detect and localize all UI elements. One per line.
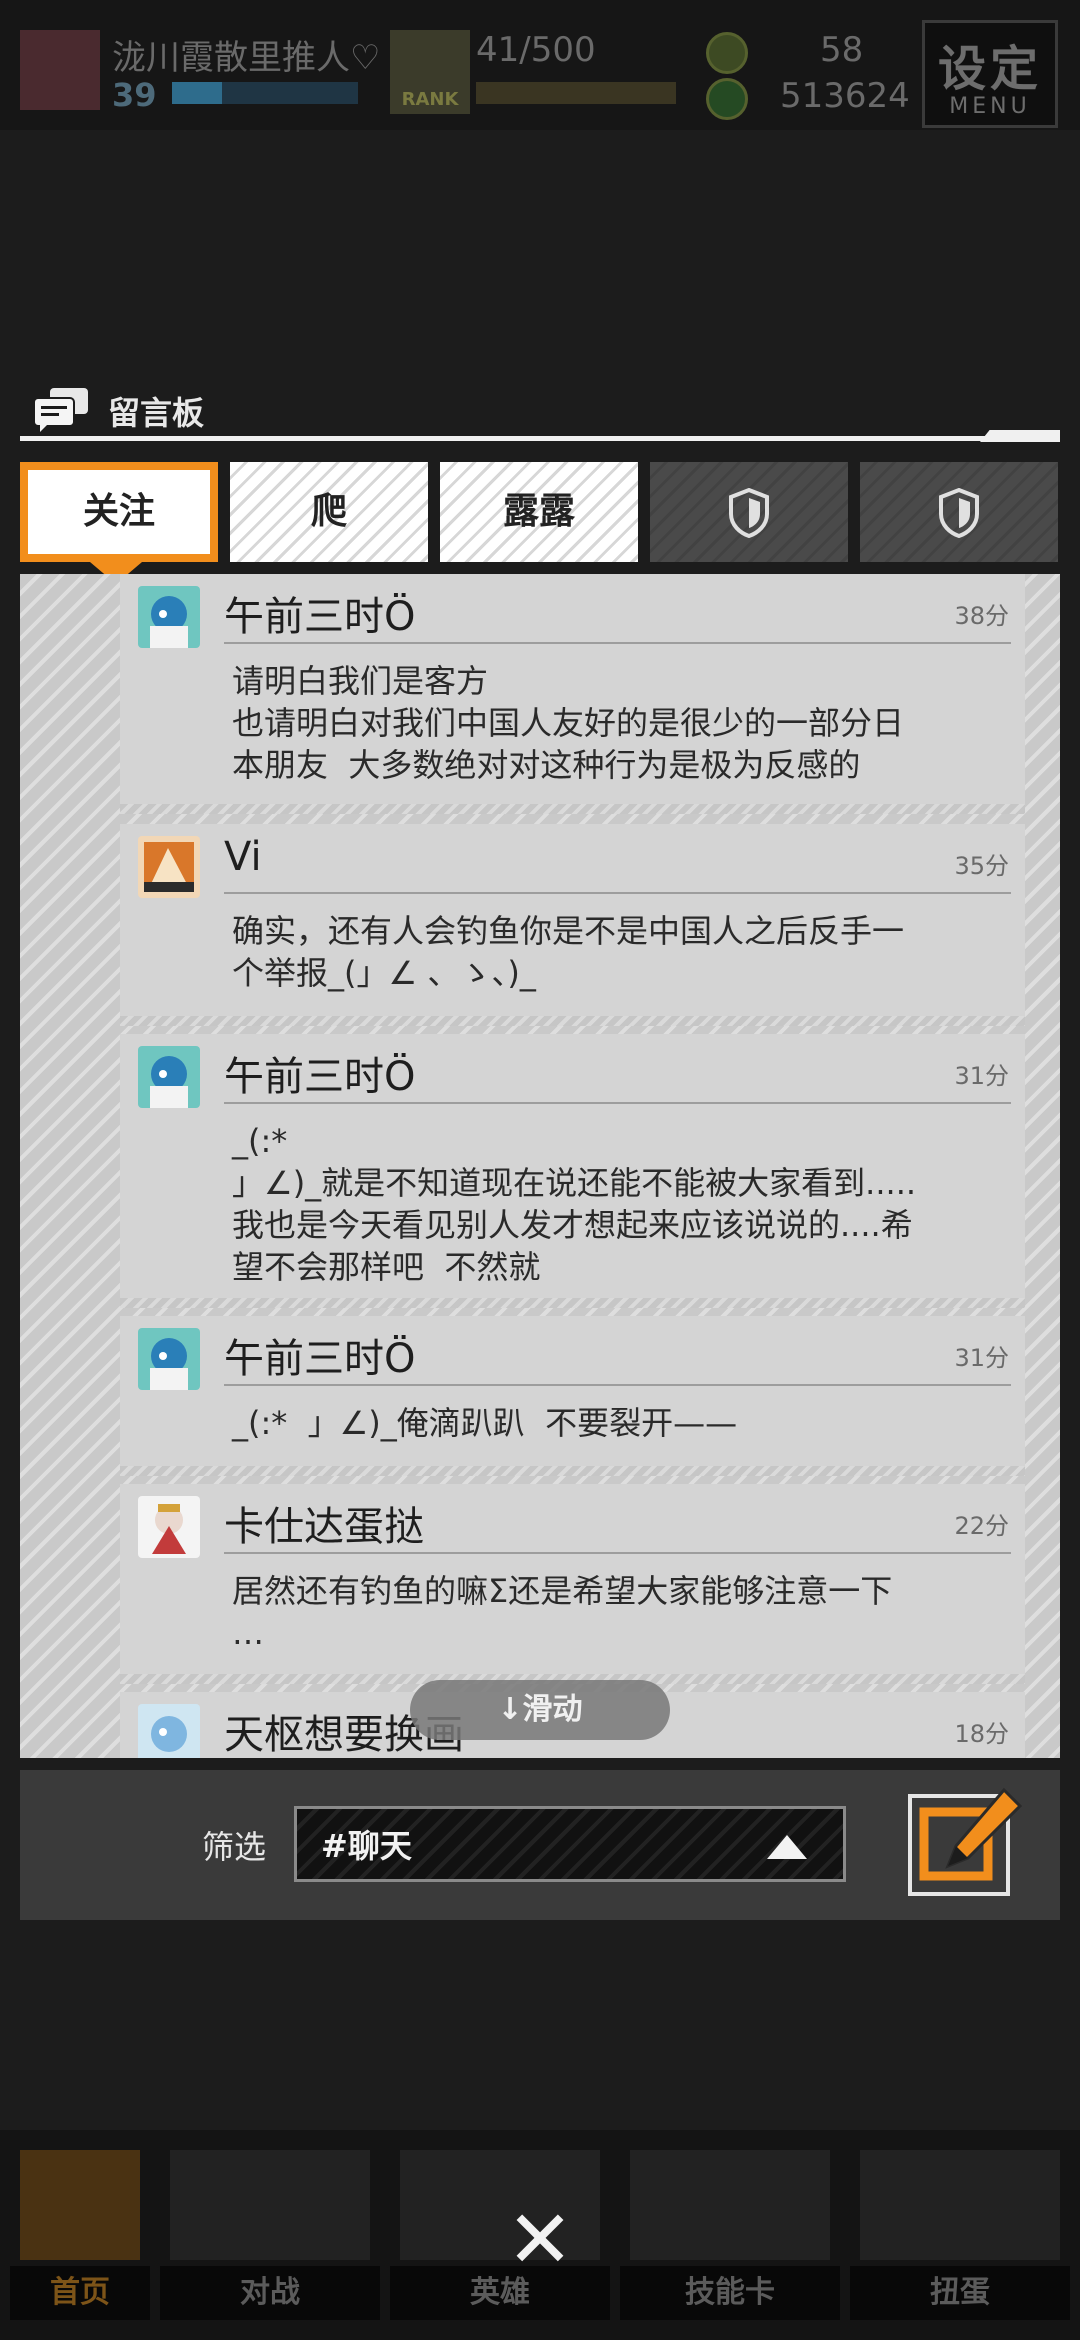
- nav-home[interactable]: 首页: [10, 2140, 150, 2320]
- user-name: 午前三时Ö: [224, 1336, 416, 1382]
- tab-pa[interactable]: 爬: [230, 462, 428, 562]
- divider: [224, 1384, 1011, 1386]
- post-time: 31分: [954, 1062, 1009, 1090]
- skill-card-icon: [630, 2150, 830, 2260]
- tab-follow[interactable]: 关注: [20, 462, 218, 562]
- scroll-hint[interactable]: ↓滑动: [410, 1680, 670, 1740]
- user-name: 午前三时Ö: [224, 1054, 416, 1100]
- post-time: 31分: [954, 1344, 1009, 1372]
- message-text: 居然还有钓鱼的嘛Σ还是希望大家能够注意一下 …: [232, 1572, 893, 1652]
- gacha-icon: [860, 2150, 1060, 2260]
- user-avatar[interactable]: [138, 586, 200, 648]
- message-list[interactable]: 午前三时Ö 38分 请明白我们是客方 也请明白对我们中国人友好的是很少的一部分日…: [20, 574, 1060, 1758]
- coin-icon: [706, 32, 748, 74]
- post-time: 35分: [954, 852, 1009, 880]
- filter-dropdown[interactable]: #聊天: [294, 1806, 846, 1882]
- message-text: _(:* 」∠)_就是不知道现在说还能不能被大家看到..... 我也是今天看见别…: [232, 1122, 917, 1286]
- level-bar: [172, 82, 358, 104]
- divider: [224, 642, 1011, 644]
- tab-locked-2[interactable]: [860, 462, 1058, 562]
- close-icon[interactable]: ✕: [500, 2200, 580, 2280]
- message-text: _(:* 」∠)_俺滴趴趴 不要裂开——: [232, 1404, 738, 1442]
- dropdown-arrow-icon: [767, 1835, 807, 1859]
- home-icon: [20, 2150, 140, 2260]
- exp-bar: [476, 82, 676, 104]
- post-time: 22分: [954, 1512, 1009, 1540]
- message-card[interactable]: 午前三时Ö 31分 _(:* 」∠)_俺滴趴趴 不要裂开——: [120, 1316, 1025, 1476]
- message-card[interactable]: Vi 35分 确实，还有人会钓鱼你是不是中国人之后反手一 个举报_(」∠ 、ゝ、…: [120, 824, 1025, 1026]
- post-time: 18分: [954, 1720, 1009, 1748]
- nav-skill-cards[interactable]: 技能卡: [620, 2140, 840, 2320]
- filter-bar: 筛选 #聊天: [20, 1770, 1060, 1920]
- header-divider-accent: [980, 430, 1060, 442]
- message-text: 确实，还有人会钓鱼你是不是中国人之后反手一 个举报_(」∠ 、ゝ、)_: [232, 912, 905, 992]
- user-avatar[interactable]: [138, 1328, 200, 1390]
- currency-1: 58: [820, 30, 864, 70]
- tab-locked-1[interactable]: [650, 462, 848, 562]
- menu-button[interactable]: 设定 MENU: [922, 20, 1058, 128]
- divider: [224, 1102, 1011, 1104]
- player-level: 39: [112, 76, 157, 114]
- player-name: 泷川霞散里推人♡: [112, 38, 381, 78]
- battle-icon: [170, 2150, 370, 2260]
- nav-battle[interactable]: 对战: [160, 2140, 380, 2320]
- user-avatar[interactable]: [138, 1496, 200, 1558]
- message-card[interactable]: 午前三时Ö 38分 请明白我们是客方 也请明白对我们中国人友好的是很少的一部分日…: [120, 574, 1025, 814]
- divider: [224, 1552, 1011, 1554]
- filter-label: 筛选: [202, 1828, 267, 1866]
- message-card[interactable]: 卡仕达蛋挞 22分 居然还有钓鱼的嘛Σ还是希望大家能够注意一下 …: [120, 1484, 1025, 1684]
- nav-gacha[interactable]: 扭蛋: [850, 2140, 1070, 2320]
- message-text: 请明白我们是客方 也请明白对我们中国人友好的是很少的一部分日 本朋友 大多数绝对…: [232, 662, 905, 784]
- shield-icon: [729, 487, 769, 539]
- shield-icon: [939, 487, 979, 539]
- player-avatar: [20, 30, 100, 110]
- user-avatar[interactable]: [138, 1046, 200, 1108]
- board-tabs: 关注 爬 露露: [20, 462, 1060, 584]
- user-name: Vi: [224, 834, 262, 880]
- header-divider: [20, 436, 1060, 441]
- tab-lulu[interactable]: 露露: [440, 462, 638, 562]
- divider: [224, 892, 1011, 894]
- top-status-bar: 泷川霞散里推人♡ 39 RANK 41/500 58 513624 设定 MEN…: [0, 0, 1080, 130]
- board-title: 留言板: [108, 394, 205, 432]
- post-time: 38分: [954, 602, 1009, 630]
- exp-text: 41/500: [476, 30, 596, 70]
- board-header: 留言板: [20, 380, 1060, 440]
- rank-badge: RANK: [390, 30, 470, 114]
- filter-value: #聊天: [321, 1827, 412, 1865]
- gem-icon: [706, 78, 748, 120]
- currency-2: 513624: [780, 76, 910, 116]
- user-name: 卡仕达蛋挞: [224, 1504, 424, 1550]
- user-name: 午前三时Ö: [224, 594, 416, 640]
- user-avatar[interactable]: [138, 1704, 200, 1758]
- compose-button[interactable]: [908, 1786, 1024, 1898]
- message-card[interactable]: 午前三时Ö 31分 _(:* 」∠)_就是不知道现在说还能不能被大家看到....…: [120, 1034, 1025, 1308]
- chat-bubble-icon: [33, 388, 88, 432]
- user-avatar[interactable]: [138, 836, 200, 898]
